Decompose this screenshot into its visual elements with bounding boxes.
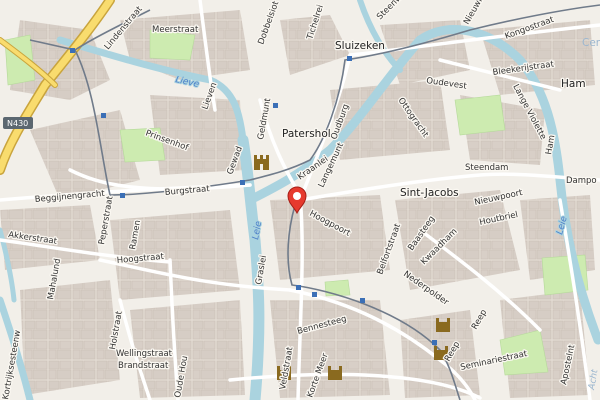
- tram-stop-icon: [347, 56, 352, 61]
- district-sluizeken: Sluizeken: [335, 40, 385, 52]
- tram-stop-icon: [432, 340, 437, 345]
- tram-stop-icon: [120, 193, 125, 198]
- tram-stop-icon: [360, 298, 365, 303]
- tram-stop-icon: [101, 113, 106, 118]
- street-brandstraat: Brandstraat: [118, 361, 169, 371]
- road-ref-label: N430: [7, 119, 28, 128]
- district-centr: Centr: [582, 37, 600, 49]
- tram-stop-icon: [312, 292, 317, 297]
- tram-stop-icon: [240, 180, 245, 185]
- district-ham: Ham: [561, 78, 586, 90]
- tram-stop-icon: [273, 103, 278, 108]
- street-dampoort: Dampo: [566, 176, 597, 186]
- district-sint-jacobs: Sint-Jacobs: [400, 187, 459, 199]
- tram-stop-icon: [296, 285, 301, 290]
- tram-stop-icon: [70, 48, 75, 53]
- street-meerstraat: Meerstraat: [152, 25, 199, 35]
- map-view[interactable]: N430 Patershol Sluizeken Sint-Jacobs Ham…: [0, 0, 600, 400]
- map-canvas[interactable]: N430 Patershol Sluizeken Sint-Jacobs Ham…: [0, 0, 600, 400]
- castle-icon[interactable]: [254, 155, 269, 170]
- district-patershol: Patershol: [282, 128, 331, 140]
- street-steendam: Steendam: [465, 163, 508, 173]
- street-wellingstraat: Wellingstraat: [116, 349, 173, 359]
